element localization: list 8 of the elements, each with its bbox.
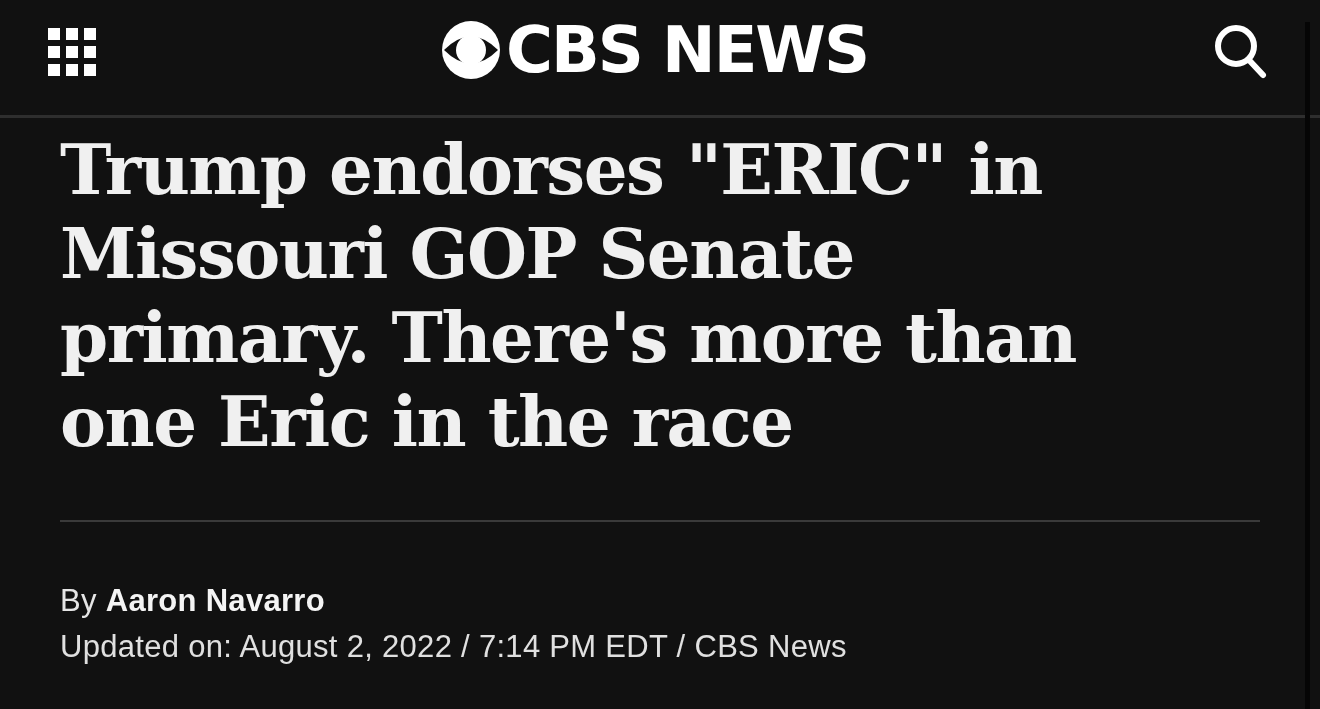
scrollbar[interactable] — [1305, 22, 1310, 709]
logo-text[interactable]: CBS NEWS — [505, 17, 869, 82]
grid-menu-icon[interactable] — [48, 27, 96, 76]
headline: Trump endorses "ERIC" in Missouri GOP Senate primary. There's more than one Eric in the race — [60, 128, 1077, 464]
eye-icon[interactable] — [441, 20, 500, 79]
byline: By Aaron Navarro — [60, 582, 326, 620]
search-icon[interactable] — [1214, 23, 1268, 80]
updated-date: Updated on: August 2, 2022 / 7:14 PM EDT / CBS News — [60, 628, 848, 666]
